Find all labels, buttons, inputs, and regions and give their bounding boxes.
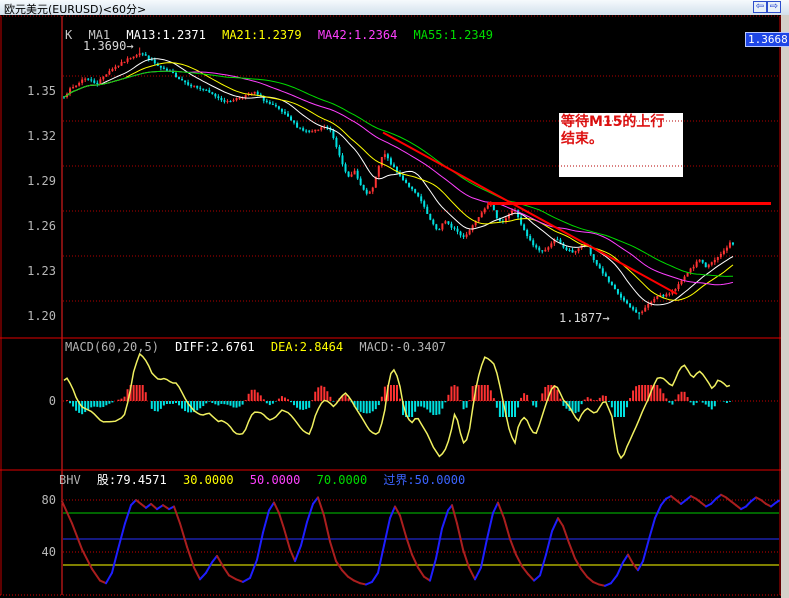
arrow-right-icon: ⇨ [769,1,779,12]
price-gridlines [63,75,779,302]
bhv-level80-label: 80 [41,493,56,507]
macd-value-label: MACD:-0.3407 [359,340,447,354]
y-axis-label: 1.29 [27,174,56,188]
arrow-left-icon: ⇦ [755,1,765,12]
price-macd-bhv-plot[interactable] [0,15,781,598]
title-bar: 欧元美元(EURUSD)<60分> ⇦ ⇨ [0,0,789,16]
ma21-label: MA21:1.2379 [222,28,302,42]
bhv-curve [61,493,780,587]
y-axis-label: 1.32 [27,129,56,143]
bhv-param50-label: 50.0000 [249,473,301,487]
nav-back-button[interactable]: ⇦ [753,1,767,13]
y-axis-label: 1.20 [27,309,56,323]
ma13-label: MA13:1.2371 [126,28,206,42]
bhv-level-lines [63,499,779,566]
macd-layer [63,352,779,460]
price-readout-badge: 1.3668 [745,32,789,47]
diff-value-label: DIFF:2.6761 [175,340,255,354]
dea-value-label: DEA:2.8464 [270,340,344,354]
macd-zero-label: 0 [48,394,56,408]
low-price-annotation: 1.1877→ [559,311,610,325]
bhv-param30-label: 30.0000 [182,473,234,487]
ma-lines-layer [63,58,734,306]
panel-borders [0,15,781,596]
nav-forward-button[interactable]: ⇨ [767,1,781,13]
macd-header: MACD(60,20,5) DIFF:2.6761 DEA:2.8464 MAC… [65,340,455,354]
y-axis-label: 1.23 [27,264,56,278]
bhv-header: BHV 股:79.4571 30.0000 50.0000 70.0000 过界… [59,471,474,488]
bhv-level40-label: 40 [41,545,56,559]
high-price-annotation: 1.3690→ [83,39,134,53]
y-axis-label: 1.35 [27,84,56,98]
window-right-edge [781,15,789,598]
app-window: 欧元美元(EURUSD)<60分> ⇦ ⇨ 等待M15的上行 结束。 K MA1… [0,0,789,598]
candles-layer [63,47,734,320]
bhv-param70-label: 70.0000 [316,473,368,487]
macd-params-label: MACD(60,20,5) [65,340,159,354]
chart-type-label: K [65,28,73,42]
bhv-value-label: 股:79.4571 [96,473,167,487]
bhv-threshold-label: 过界:50.0000 [383,473,466,487]
y-axis-label: 1.26 [27,219,56,233]
bhv-name-label: BHV [59,473,81,487]
ma55-label: MA55:1.2349 [413,28,494,42]
ma42-label: MA42:1.2364 [317,28,398,42]
